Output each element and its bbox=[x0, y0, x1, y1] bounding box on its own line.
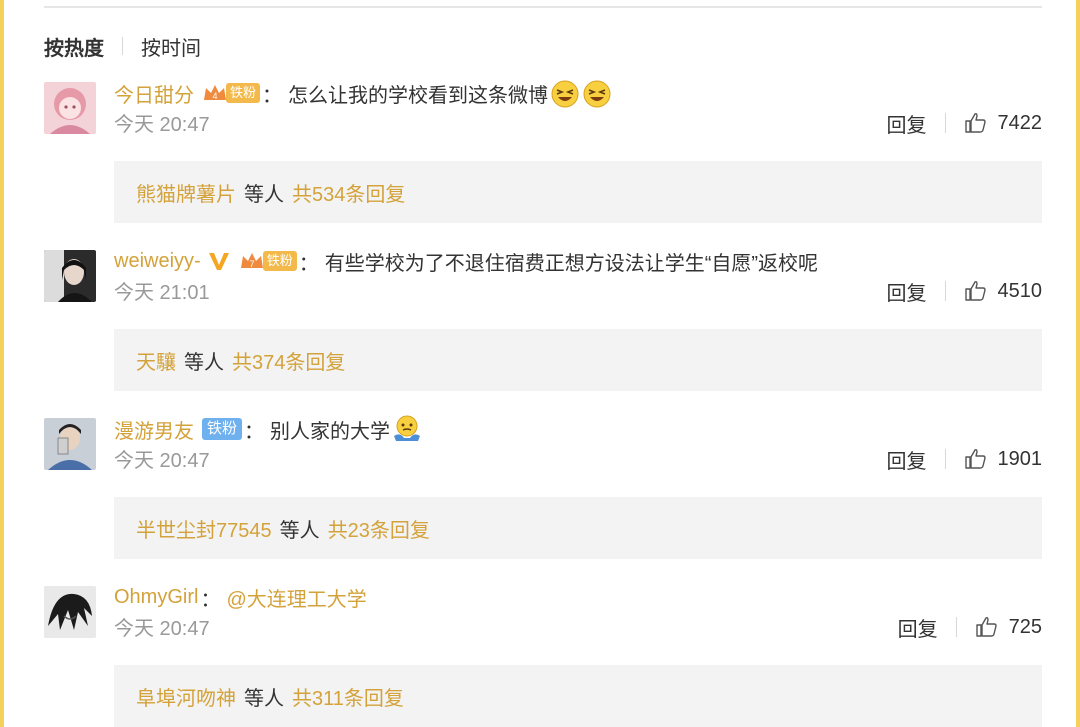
comment-actions: 回复 725 bbox=[898, 612, 1042, 642]
thumbs-up-icon bbox=[964, 113, 986, 133]
like-button[interactable]: 7422 bbox=[964, 111, 1043, 135]
timestamp: 今天 20:47 bbox=[114, 450, 210, 472]
shrug-emoji bbox=[394, 415, 421, 441]
colon: ： bbox=[244, 420, 265, 443]
badge-label: 铁粉 bbox=[262, 251, 297, 271]
grin-squint-emoji bbox=[583, 80, 611, 108]
verified-v-icon bbox=[208, 253, 229, 270]
username[interactable]: weiweiyy- bbox=[114, 250, 201, 273]
like-count: 725 bbox=[1008, 615, 1042, 638]
colon: ： bbox=[298, 252, 319, 275]
comment-text: 怎么让我的学校看到这条微博 bbox=[288, 84, 549, 107]
divider bbox=[122, 37, 123, 55]
timestamp: 今天 20:47 bbox=[114, 618, 210, 640]
username[interactable]: OhmyGirl bbox=[114, 586, 198, 609]
divider bbox=[944, 281, 946, 301]
sort-by-time-tab[interactable]: 按时间 bbox=[141, 32, 201, 61]
timestamp: 今天 21:01 bbox=[114, 282, 210, 304]
reply-username[interactable]: 熊猫牌薯片 bbox=[136, 178, 236, 207]
comment-actions: 回复 1901 bbox=[887, 444, 1043, 474]
thumbs-up-icon bbox=[964, 281, 986, 301]
reply-connector: 等人 bbox=[184, 351, 224, 374]
crown-icon: 4 bbox=[204, 85, 226, 101]
comment-body: OhmyGirl ： @大连理工大学 bbox=[114, 582, 367, 612]
iron-fan-badge: 7 铁粉 bbox=[239, 250, 297, 272]
reply-button[interactable]: 回复 bbox=[887, 445, 927, 474]
avatar[interactable] bbox=[44, 586, 96, 638]
comment-body: weiweiyy- 7 铁粉 ： 有些学校为了不退住宿费正想方设法让学生“自愿”… bbox=[114, 246, 818, 276]
reply-count-link[interactable]: 共23条回复 bbox=[328, 514, 430, 543]
like-count: 1901 bbox=[997, 447, 1043, 470]
replies-summary[interactable]: 半世尘封77545 等人 共23条回复 bbox=[114, 497, 1042, 559]
sort-bar: 按热度 按时间 bbox=[44, 32, 201, 60]
timestamp: 今天 20:47 bbox=[114, 114, 210, 136]
reply-connector: 等人 bbox=[244, 183, 284, 206]
reply-button[interactable]: 回复 bbox=[887, 109, 927, 138]
divider bbox=[44, 6, 1042, 8]
like-button[interactable]: 1901 bbox=[964, 447, 1043, 471]
comments-panel: 按热度 按时间 今日甜分 4 铁粉 ： 怎么让我的学校看到这条微博 今天 20:… bbox=[0, 0, 1080, 727]
replies-summary[interactable]: 阜埠河吻神 等人 共311条回复 bbox=[114, 665, 1042, 727]
comment-text: 别人家的大学 bbox=[270, 420, 391, 443]
badge-label: 铁粉 bbox=[226, 83, 261, 103]
comment-text: 有些学校为了不退住宿费正想方设法让学生“自愿”返校呢 bbox=[324, 252, 819, 275]
comment-body: 漫游男友 铁粉 ： 别人家的大学 bbox=[114, 414, 422, 444]
reply-count-link[interactable]: 共374条回复 bbox=[232, 346, 345, 375]
reply-username[interactable]: 阜埠河吻神 bbox=[136, 682, 236, 711]
avatar[interactable] bbox=[44, 82, 96, 134]
reply-connector: 等人 bbox=[244, 687, 284, 710]
avatar[interactable] bbox=[44, 418, 96, 470]
iron-fan-badge: 4 铁粉 bbox=[202, 82, 261, 104]
comment-actions: 回复 7422 bbox=[887, 108, 1043, 138]
crown-icon: 7 bbox=[240, 253, 263, 269]
sort-by-hot-tab[interactable]: 按热度 bbox=[44, 32, 104, 61]
reply-username[interactable]: 半世尘封77545 bbox=[136, 514, 272, 543]
username[interactable]: 今日甜分 bbox=[114, 79, 194, 108]
reply-connector: 等人 bbox=[279, 519, 320, 542]
divider bbox=[944, 449, 946, 469]
thumbs-up-icon bbox=[975, 617, 997, 637]
divider bbox=[955, 617, 957, 637]
comment-body: 今日甜分 4 铁粉 ： 怎么让我的学校看到这条微博 bbox=[114, 78, 612, 108]
divider bbox=[944, 113, 946, 133]
like-count: 7422 bbox=[997, 111, 1043, 134]
replies-summary[interactable]: 天驤 等人 共374条回复 bbox=[114, 329, 1042, 391]
colon: ： bbox=[262, 84, 283, 107]
reply-button[interactable]: 回复 bbox=[887, 277, 927, 306]
replies-summary[interactable]: 熊猫牌薯片 等人 共534条回复 bbox=[114, 161, 1042, 223]
iron-fan-badge: 铁粉 bbox=[202, 418, 243, 440]
like-button[interactable]: 4510 bbox=[964, 279, 1043, 303]
svg-text:7: 7 bbox=[249, 259, 254, 269]
avatar[interactable] bbox=[44, 250, 96, 302]
like-button[interactable]: 725 bbox=[975, 615, 1042, 639]
thumbs-up-icon bbox=[964, 449, 986, 469]
svg-text:4: 4 bbox=[212, 91, 217, 101]
reply-count-link[interactable]: 共311条回复 bbox=[292, 682, 404, 711]
username[interactable]: 漫游男友 bbox=[114, 415, 194, 444]
reply-count-link[interactable]: 共534条回复 bbox=[292, 178, 405, 207]
reply-button[interactable]: 回复 bbox=[898, 613, 938, 642]
grin-squint-emoji bbox=[551, 80, 579, 108]
colon: ： bbox=[200, 588, 221, 611]
reply-username[interactable]: 天驤 bbox=[136, 346, 176, 375]
like-count: 4510 bbox=[997, 279, 1043, 302]
mention-link[interactable]: @大连理工大学 bbox=[226, 583, 366, 612]
comment-actions: 回复 4510 bbox=[887, 276, 1043, 306]
